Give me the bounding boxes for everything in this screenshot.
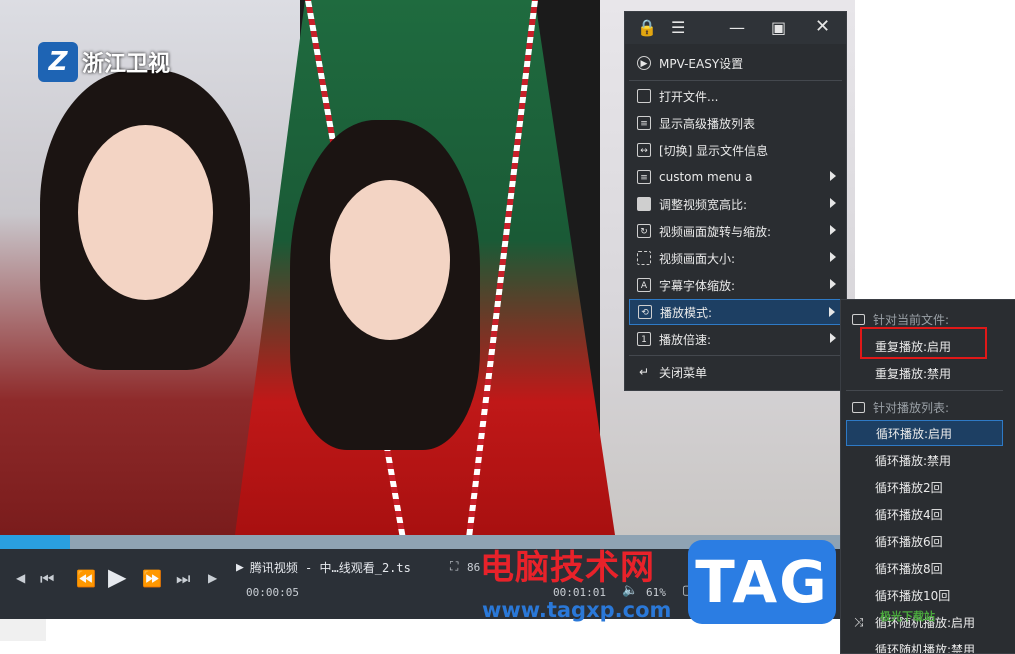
chevron-right-icon xyxy=(829,307,835,317)
submenu-divider xyxy=(846,390,1003,391)
submenu-item-loop-off[interactable]: 循环播放:禁用 xyxy=(846,447,1003,473)
menu-item-label: 调整视频宽高比: xyxy=(659,197,748,212)
file-title-row: ▶ 腾讯视频 - 中…线观看_2.ts xyxy=(236,559,411,576)
zoom-readout: 86 xyxy=(467,561,481,574)
watermark-tag-logo: TAG xyxy=(688,540,836,624)
menu-toolbar: 🔒 ☰ — ▣ ✕ xyxy=(625,12,846,44)
watermark-title: 电脑技术网 xyxy=(480,548,655,588)
elapsed-time: 00:00:05 xyxy=(246,586,299,599)
channel-logo: Z 浙江卫视 xyxy=(38,42,170,82)
menu-divider xyxy=(629,355,842,356)
close-icon[interactable]: ✕ xyxy=(815,16,830,37)
minimize-icon[interactable]: — xyxy=(729,18,745,37)
submenu-item-shuffle-off[interactable]: 循环随机播放:禁用 xyxy=(846,636,1003,654)
submenu-header-playlist: 针对播放列表: xyxy=(846,394,1003,420)
repeat-icon: ⟲ xyxy=(638,305,652,319)
menu-item-play-mode[interactable]: ⟲ 播放模式: xyxy=(629,299,842,325)
menu-item-label: 打开文件... xyxy=(659,89,719,104)
prev-small-icon[interactable]: ◀ xyxy=(16,571,25,585)
repeat-one-icon xyxy=(852,313,865,325)
speed-icon: 1 xyxy=(637,332,651,346)
menu-item-subtitle-scale[interactable]: A 字幕字体缩放: xyxy=(629,272,842,298)
menu-item-size[interactable]: 视频画面大小: xyxy=(629,245,842,271)
menu-item-close-menu[interactable]: ↵ 关闭菜单 xyxy=(629,359,842,385)
chevron-right-icon xyxy=(830,252,836,262)
watermark-site: 极光下载站 xyxy=(880,610,935,623)
video-file-icon: ▶ xyxy=(236,560,244,575)
submenu-header-label: 针对当前文件: xyxy=(873,312,950,327)
submenu-item-repeat-off[interactable]: 重复播放:禁用 xyxy=(846,360,1003,386)
menu-item-label: 播放倍速: xyxy=(659,332,712,347)
chevron-right-icon xyxy=(830,279,836,289)
menu-item-speed[interactable]: 1 播放倍速: xyxy=(629,326,842,352)
submenu-item-loop-4[interactable]: 循环播放4回 xyxy=(846,501,1003,527)
chevron-right-icon xyxy=(830,171,836,181)
skip-forward-icon[interactable]: ⏭ xyxy=(176,569,190,589)
highlight-box xyxy=(860,327,987,359)
resize-icon xyxy=(637,251,651,265)
chevron-right-icon xyxy=(830,333,836,343)
channel-logo-text: 浙江卫视 xyxy=(82,52,171,77)
channel-logo-mark: Z xyxy=(38,42,78,82)
menu-item-file-info[interactable]: ↔ [切换] 显示文件信息 xyxy=(629,137,842,163)
font-icon: A xyxy=(637,278,651,292)
menu-item-custom[interactable]: ≡ custom menu a xyxy=(629,164,842,190)
skip-back-icon[interactable]: ⏮ xyxy=(40,569,54,589)
menu-item-label: 播放模式: xyxy=(660,305,713,320)
menu-item-label: 视频画面大小: xyxy=(659,251,736,266)
submenu-header-label: 针对播放列表: xyxy=(873,400,950,415)
chevron-right-icon xyxy=(830,198,836,208)
menu-item-open-file[interactable]: 打开文件... xyxy=(629,83,842,109)
aspect-icon xyxy=(637,197,651,211)
menu-item-label: 关闭菜单 xyxy=(659,365,708,380)
folder-icon xyxy=(637,89,651,103)
maximize-icon[interactable]: ▣ xyxy=(771,18,786,37)
context-menu: 🔒 ☰ — ▣ ✕ ▶ MPV-EASY设置 打开文件... ≡ 显示高级播放列… xyxy=(624,11,847,391)
menu-item-label: [切换] 显示文件信息 xyxy=(659,143,769,158)
submenu-item-loop-6[interactable]: 循环播放6回 xyxy=(846,528,1003,554)
submenu-item-loop-on[interactable]: 循环播放:启用 xyxy=(846,420,1003,446)
menu-divider xyxy=(629,80,842,81)
submenu-item-loop-8[interactable]: 循环播放8回 xyxy=(846,555,1003,581)
lock-icon[interactable]: 🔒 xyxy=(637,18,657,37)
menu-item-settings[interactable]: ▶ MPV-EASY设置 xyxy=(629,50,842,76)
play-icon[interactable]: ▶ xyxy=(108,563,126,591)
repeat-list-icon xyxy=(852,401,865,413)
person-face-left xyxy=(78,125,213,300)
next-small-icon[interactable]: ▶ xyxy=(208,571,217,585)
watermark-url: www.tagxp.com xyxy=(482,598,672,622)
person-face-center xyxy=(330,180,450,340)
menu-item-label: 字幕字体缩放: xyxy=(659,278,736,293)
list-icon: ≡ xyxy=(637,116,651,130)
swap-icon: ↔ xyxy=(637,143,651,157)
rewind-icon[interactable]: ⏪ xyxy=(76,569,96,588)
menu-item-label: 显示高级播放列表 xyxy=(659,116,756,131)
status-strip xyxy=(0,619,46,641)
chevron-right-icon xyxy=(830,225,836,235)
menu-item-label: custom menu a xyxy=(659,170,753,184)
file-title: 腾讯视频 - 中…线观看_2.ts xyxy=(249,561,411,575)
fullscreen-icon[interactable]: ⛶ xyxy=(450,559,458,574)
shuffle-icon: ⤨ xyxy=(854,614,864,629)
menu-item-playlist[interactable]: ≡ 显示高级播放列表 xyxy=(629,110,842,136)
fast-forward-icon[interactable]: ⏩ xyxy=(142,569,162,588)
custom-icon: ≡ xyxy=(637,170,651,184)
play-circle-icon: ▶ xyxy=(637,56,651,70)
exit-icon: ↵ xyxy=(638,365,650,379)
seek-bar-fill xyxy=(0,535,71,549)
menu-item-rotate[interactable]: ↻ 视频画面旋转与缩放: xyxy=(629,218,842,244)
menu-item-label: MPV-EASY设置 xyxy=(659,56,744,71)
submenu-item-loop-2[interactable]: 循环播放2回 xyxy=(846,474,1003,500)
menu-item-label: 视频画面旋转与缩放: xyxy=(659,224,772,239)
rotate-icon: ↻ xyxy=(637,224,651,238)
submenu-item-loop-10[interactable]: 循环播放10回 xyxy=(846,582,1003,608)
hamburger-icon[interactable]: ☰ xyxy=(671,18,685,37)
menu-item-aspect[interactable]: 调整视频宽高比: xyxy=(629,191,842,217)
